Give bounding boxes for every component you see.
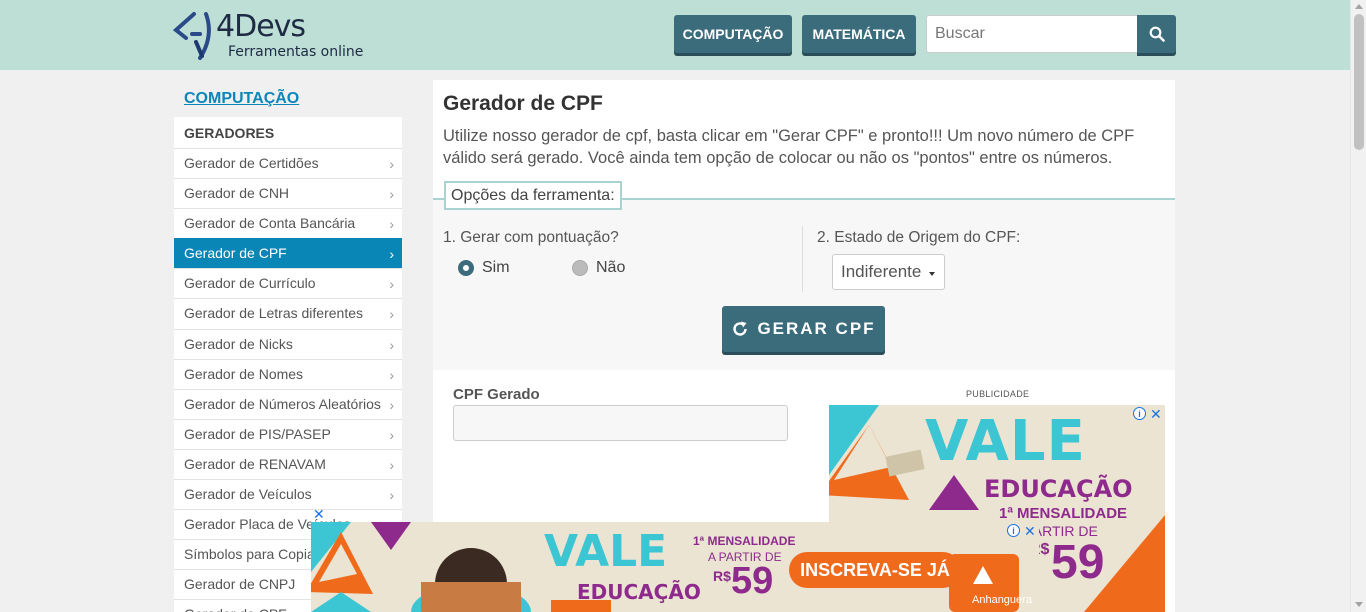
bottom-ad-dismiss-icon[interactable]: ✕ (313, 507, 325, 521)
logo-mark-icon (172, 12, 211, 60)
advertising-label: PUBLICIDADE (966, 389, 1030, 399)
radio-sim[interactable]: Sim (458, 259, 510, 277)
ad-bottom-brand: VALE (544, 526, 668, 577)
chevron-right-icon: › (389, 156, 394, 172)
sidebar-item-label: Gerador de Veículos (184, 486, 312, 503)
state-question: 2. Estado de Origem do CPF: (817, 229, 1021, 246)
generate-cpf-label: GERAR CPF (757, 319, 876, 338)
ad-close-icon[interactable]: ✕ (1150, 407, 1162, 421)
ad-info-icon[interactable]: i (1133, 407, 1146, 420)
search-button[interactable] (1137, 15, 1176, 53)
sidebar-item[interactable]: Gerador de Nomes › (174, 358, 402, 389)
logo-name: 4Devs (216, 9, 306, 44)
sidebar-item[interactable]: Gerador de CNH › (174, 178, 402, 209)
chevron-right-icon: › (389, 306, 394, 323)
sidebar-item[interactable]: Gerador de Veículos › (174, 479, 402, 510)
radio-unchecked-icon[interactable] (572, 260, 588, 276)
sidebar-item-label: Gerador de CPF (184, 606, 287, 612)
sidebar-item[interactable]: Gerador de PIS/PASEP › (174, 418, 402, 449)
sidebar-item-label: Gerador de Letras diferentes (184, 305, 363, 322)
chevron-right-icon: › (389, 276, 394, 293)
scroll-up-icon[interactable] (1355, 4, 1363, 9)
nav-computacao-button[interactable]: COMPUTAÇÃO (674, 15, 792, 53)
sidebar-item-label: Gerador de CNH (184, 185, 290, 202)
scroll-down-icon[interactable] (1355, 602, 1363, 607)
search-icon (1149, 26, 1165, 42)
sidebar-item-label: Gerador de Nomes (184, 365, 304, 382)
ad-right-brand-sub: EDUCAÇÃO (984, 475, 1133, 503)
chevron-right-icon: › (389, 487, 394, 504)
sidebar-item-label: Gerador de PIS/PASEP (184, 425, 331, 442)
page-description: Utilize nosso gerador de cpf, basta clic… (443, 127, 1135, 167)
sidebar-item-label: Gerador de RENAVAM (184, 455, 326, 472)
ad-partner-logo: Anhanguera (972, 594, 1032, 606)
site-header: 4Devs Ferramentas online COMPUTAÇÃO MATE… (0, 0, 1350, 70)
ad-right-offer-1: 1ª MENSALIDADE (999, 505, 1128, 522)
chevron-right-icon: › (389, 336, 394, 353)
chevron-right-icon: › (389, 216, 394, 233)
sidebar-item[interactable]: Gerador de Números Aleatórios › (174, 388, 402, 419)
sidebar-item-label: Gerador de Conta Bancária (184, 215, 356, 232)
radio-checked-icon[interactable] (458, 260, 474, 276)
sidebar-item-label: Gerador de CNPJ (184, 576, 296, 593)
sidebar-item[interactable]: Gerador de Currículo › (174, 268, 402, 299)
radio-nao[interactable]: Não (572, 259, 625, 277)
ad-right-price: 59 (1051, 536, 1105, 589)
punctuation-question: 1. Gerar com pontuação? (443, 229, 619, 246)
generate-cpf-button[interactable]: GERAR CPF (722, 306, 885, 352)
state-select[interactable]: Indiferente (832, 254, 945, 290)
chevron-right-icon: › (389, 186, 394, 203)
sidebar-item-label: Gerador de Currículo (184, 275, 316, 292)
sidebar-item[interactable]: Gerador de Nicks › (174, 328, 402, 359)
chevron-right-icon: › (389, 246, 394, 263)
search-input[interactable] (926, 15, 1138, 53)
ad-bottom-info-icon[interactable]: i (1007, 524, 1020, 537)
ad-bottom-currency: R$ (713, 568, 731, 584)
refresh-icon (733, 321, 748, 336)
site-logo[interactable]: 4Devs Ferramentas online (172, 8, 363, 64)
ad-banner-bottom[interactable]: VALE EDUCAÇÃO 1ª MENSALIDADE A PARTIR DE… (311, 522, 1039, 612)
sidebar-item-label: Gerador de CPF (184, 245, 287, 262)
sidebar-item-label: Gerador de Nicks (184, 335, 293, 352)
page-scrollbar[interactable] (1350, 0, 1366, 612)
scrollbar-thumb[interactable] (1354, 14, 1364, 150)
sidebar-item-label: Gerador de Números Aleatórios (184, 395, 381, 412)
chevron-right-icon: › (389, 366, 394, 383)
ad-right-brand: VALE (925, 409, 1086, 474)
sidebar-item[interactable]: Gerador de Conta Bancária › (174, 208, 402, 239)
ad-bottom-close-icon[interactable]: ✕ (1024, 524, 1036, 538)
ad-bottom-brand-sub: EDUCAÇÃO (577, 580, 701, 604)
ad-bottom-price: 59 (731, 560, 774, 602)
caret-down-icon (929, 272, 935, 276)
chevron-right-icon: › (389, 456, 394, 473)
sidebar-item[interactable]: Gerador de RENAVAM › (174, 448, 402, 480)
logo-tagline: Ferramentas online (228, 44, 364, 60)
options-separator (802, 226, 803, 292)
options-legend: Opções da ferramenta: (444, 181, 622, 210)
sidebar-item[interactable]: Gerador de Letras diferentes › (174, 298, 402, 329)
ad-bottom-offer-1: 1ª MENSALIDADE (693, 534, 796, 548)
sidebar-group-heading: GERADORES (174, 117, 402, 148)
chevron-right-icon: › (389, 426, 394, 443)
ad-cta-button[interactable]: INSCREVA-SE JÁ (789, 552, 961, 588)
generated-cpf-field[interactable] (453, 405, 788, 441)
chevron-right-icon: › (389, 396, 394, 413)
nav-matematica-button[interactable]: MATEMÁTICA (802, 15, 916, 53)
page-title: Gerador de CPF (443, 92, 603, 115)
sidebar-item-label: Gerador de Certidões (184, 155, 319, 171)
sidebar-category-link[interactable]: COMPUTAÇÃO (184, 90, 299, 108)
radio-nao-label: Não (596, 259, 626, 276)
state-select-value: Indiferente (841, 262, 922, 281)
sidebar-item[interactable]: Gerador de CPF › (174, 238, 402, 269)
result-label: CPF Gerado (453, 386, 540, 403)
sidebar-item[interactable]: Gerador de Certidões › (174, 148, 402, 179)
radio-sim-label: Sim (482, 259, 510, 276)
sidebar-item-label: Símbolos para Copiar (184, 546, 320, 563)
